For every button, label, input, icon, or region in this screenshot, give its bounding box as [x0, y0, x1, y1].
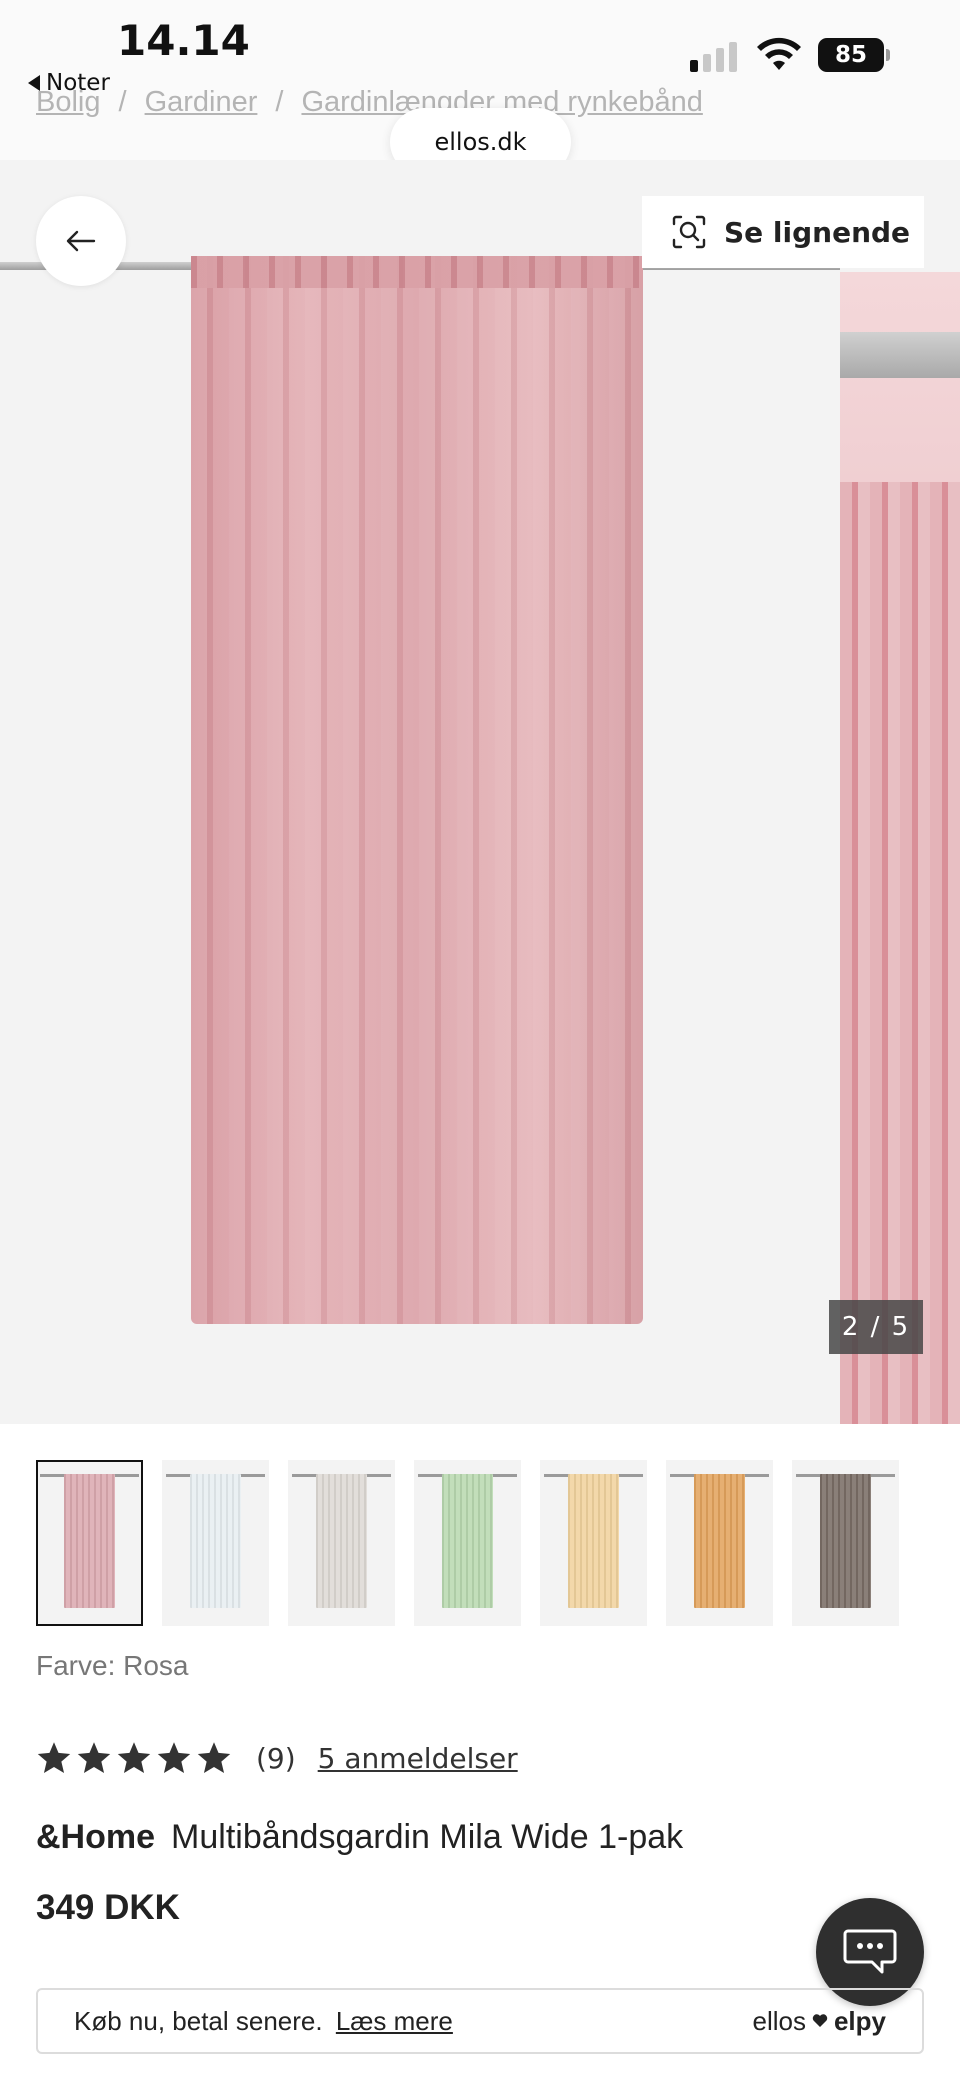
- star-icon: [117, 1742, 151, 1773]
- read-more-link[interactable]: Læs mere: [336, 2006, 453, 2036]
- product-image: [191, 256, 643, 1324]
- thumbnail-rosa[interactable]: [36, 1460, 143, 1626]
- image-counter: 2 / 5: [829, 1300, 923, 1354]
- rating-count: (9): [256, 1741, 296, 1775]
- thumbnail-yellow[interactable]: [540, 1460, 647, 1626]
- thumbnail-curtain: [442, 1474, 493, 1608]
- rating-stars: [36, 1740, 232, 1776]
- selected-color-label: Farve: Rosa: [36, 1650, 189, 1681]
- breadcrumb-item[interactable]: Gardiner: [145, 86, 258, 119]
- cellular-signal-icon: [690, 40, 737, 72]
- pay-later-text-wrap: Køb nu, betal senere. Læs mere: [74, 2006, 453, 2037]
- star-icon: [197, 1742, 231, 1773]
- breadcrumb-separator: /: [118, 86, 127, 118]
- wifi-icon: [757, 37, 801, 70]
- visual-search-icon: [672, 215, 706, 249]
- see-similar-button[interactable]: Se lignende: [642, 196, 924, 268]
- battery-indicator: 85: [818, 38, 890, 72]
- thumbnail-curtain: [64, 1474, 115, 1608]
- thumbnail-curtain: [316, 1474, 367, 1608]
- breadcrumb-item[interactable]: Bolig: [36, 86, 101, 119]
- thumbnail-green[interactable]: [414, 1460, 521, 1626]
- thumbnail-curtain: [190, 1474, 241, 1608]
- status-bar: 14.14 Noter 85 Bolig / Gardiner / Gardin…: [0, 0, 960, 176]
- next-product-image[interactable]: [840, 272, 960, 1424]
- ellos-elpy-logo: ellos elpy: [752, 2006, 886, 2037]
- arrow-left-icon: [66, 230, 96, 252]
- product-rating: (9) 5 anmeldelser: [36, 1740, 518, 1776]
- chat-icon: [843, 1929, 897, 1974]
- thumbnail-white[interactable]: [162, 1460, 269, 1626]
- reviews-link[interactable]: 5 anmeldelser: [318, 1742, 518, 1775]
- breadcrumb-separator: /: [275, 86, 284, 118]
- thumbnail-curtain: [820, 1474, 871, 1608]
- star-icon: [157, 1742, 191, 1773]
- status-time: 14.14: [117, 16, 250, 65]
- thumbnail-brown[interactable]: [792, 1460, 899, 1626]
- thumbnail-curtain: [694, 1474, 745, 1608]
- breadcrumb: Bolig / Gardiner / Gardinlængder med ryn…: [36, 86, 703, 119]
- product-brand[interactable]: &Home: [36, 1818, 155, 1856]
- logo-elpy: elpy: [833, 2005, 886, 2036]
- logo-ellos: ellos: [752, 2005, 806, 2036]
- star-icon: [37, 1742, 71, 1773]
- heart-icon: [812, 2014, 828, 2027]
- see-similar-label: Se lignende: [724, 215, 911, 249]
- product-price: 349 DKK: [36, 1888, 180, 1927]
- thumbnail-curtain: [568, 1474, 619, 1608]
- thumbnail-beige[interactable]: [288, 1460, 395, 1626]
- star-icon: [77, 1742, 111, 1773]
- product-name: Multibåndsgardin Mila Wide 1-pak: [171, 1818, 684, 1856]
- thumbnail-orange[interactable]: [666, 1460, 773, 1626]
- color-thumbnails: [36, 1460, 936, 1626]
- back-button[interactable]: [36, 196, 126, 286]
- pay-later-text: Køb nu, betal senere.: [74, 2005, 323, 2036]
- product-title: &Home Multibåndsgardin Mila Wide 1-pak: [36, 1818, 683, 1857]
- product-image-gallery[interactable]: Se lignende 2 / 5: [0, 160, 960, 1424]
- pay-later-banner: Køb nu, betal senere. Læs mere ellos elp…: [36, 1988, 924, 2054]
